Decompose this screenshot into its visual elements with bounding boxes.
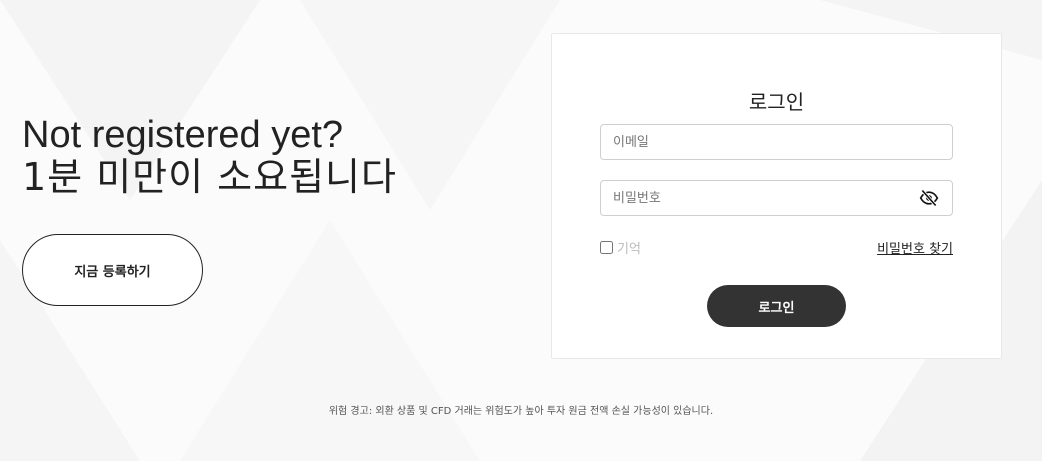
email-field-wrapper [600, 124, 953, 160]
headline-korean: 1분 미만이 소요됩니다 [22, 155, 397, 199]
forgot-password-link[interactable]: 비밀번호 찾기 [877, 238, 953, 257]
remember-checkbox[interactable] [600, 241, 613, 254]
email-input[interactable] [613, 134, 940, 150]
login-title: 로그인 [748, 90, 805, 114]
hero-headline: Not registered yet? 1분 미만이 소요됩니다 [22, 114, 397, 198]
register-now-button[interactable]: 지금 등록하기 [22, 234, 203, 306]
password-field-wrapper [600, 180, 953, 216]
eye-slash-icon[interactable] [918, 187, 940, 209]
remember-label: 기억 [617, 242, 641, 257]
password-input[interactable] [613, 190, 918, 206]
risk-warning: 위험 경고: 외환 상품 및 CFD 거래는 위험도가 높아 투자 원금 전액 … [328, 406, 714, 417]
remember-me[interactable]: 기억 [600, 238, 641, 257]
login-card: 로그인 기억 비밀번호 찾기 로그인 [551, 33, 1002, 359]
headline-english: Not registered yet? [22, 114, 344, 156]
login-button[interactable]: 로그인 [707, 285, 846, 327]
